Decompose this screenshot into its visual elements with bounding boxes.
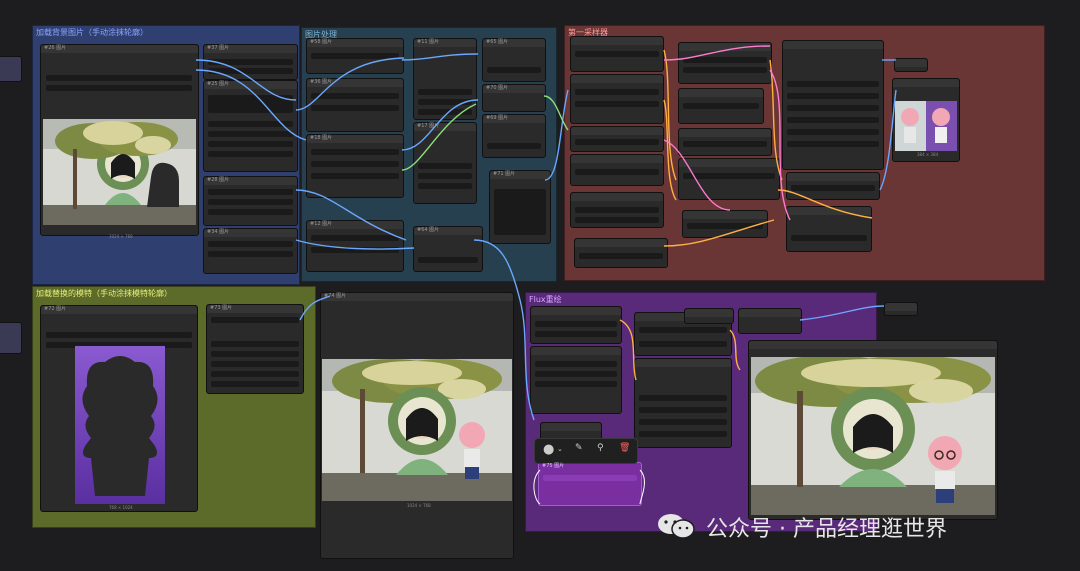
node-f1[interactable] bbox=[530, 306, 622, 344]
node-s13[interactable] bbox=[786, 172, 880, 200]
preview-image-node-small[interactable]: 384 × 384 bbox=[892, 78, 960, 162]
image-size-caption: 384 × 384 bbox=[917, 152, 939, 157]
node-n8[interactable]: #18 图片 bbox=[306, 134, 404, 198]
node-title: #69 图片 bbox=[486, 115, 509, 121]
node-title: #26 图片 bbox=[44, 45, 67, 51]
model-image-preview[interactable] bbox=[75, 346, 165, 504]
node-n13[interactable]: #65 图片 bbox=[482, 38, 546, 82]
node-title: #70 图片 bbox=[486, 85, 509, 91]
group-title: Flux重绘 bbox=[529, 295, 562, 304]
pen-icon[interactable]: ✎ bbox=[575, 443, 583, 453]
node-n12[interactable]: #64 图片 bbox=[413, 226, 483, 272]
node-s1[interactable] bbox=[570, 36, 664, 72]
node-title: #74 图片 bbox=[324, 293, 347, 299]
group-title: 加载替换的模特（手动涂抹模特轮廓） bbox=[36, 289, 172, 298]
node-n11[interactable]: #17 图片 bbox=[413, 122, 477, 204]
node-f8[interactable] bbox=[884, 302, 918, 316]
chevron-down-icon[interactable]: ⌄ bbox=[557, 445, 563, 453]
node-title: #36 图片 bbox=[310, 79, 333, 85]
node-s15[interactable] bbox=[894, 58, 928, 72]
node-s8[interactable] bbox=[678, 88, 764, 124]
node-title: #18 图片 bbox=[310, 135, 333, 141]
load-model-image-node[interactable]: #72 图片 768 × 1024 bbox=[40, 305, 198, 512]
node-title: #12 图片 bbox=[310, 221, 333, 227]
node-title: #34 图片 bbox=[207, 229, 230, 235]
offscreen-node-stub-top[interactable] bbox=[0, 56, 22, 82]
preview-image-node-mid[interactable]: #74 图片 1024 × 768 bbox=[320, 292, 514, 559]
group-title: 加载背景图片（手动涂抹轮廓） bbox=[36, 28, 148, 37]
node-n4[interactable]: #28 图片 bbox=[203, 176, 298, 226]
node-n9[interactable]: #12 图片 bbox=[306, 220, 404, 272]
node-title: #65 图片 bbox=[486, 39, 509, 45]
offscreen-node-stub-bottom[interactable] bbox=[0, 322, 22, 354]
node-n6[interactable]: #58 图片 bbox=[306, 38, 404, 74]
node-title: #75 图片 bbox=[542, 463, 565, 469]
node-s3[interactable] bbox=[570, 126, 664, 152]
node-s2[interactable] bbox=[570, 74, 664, 124]
node-s7[interactable] bbox=[678, 42, 772, 84]
image-size-caption: 1024 × 768 bbox=[109, 234, 133, 239]
node-f5[interactable] bbox=[634, 358, 732, 448]
node-f6[interactable] bbox=[684, 308, 734, 324]
load-image-node[interactable]: #26 图片 1024 × 768 bbox=[40, 44, 199, 239]
node-n3[interactable]: #25 图片 bbox=[203, 80, 298, 172]
node-s10[interactable] bbox=[678, 158, 780, 200]
node-s4[interactable] bbox=[570, 154, 664, 186]
preview-thumbnails[interactable] bbox=[895, 101, 957, 151]
node-n14[interactable]: #70 图片 bbox=[482, 84, 546, 112]
node-n7[interactable]: #36 图片 bbox=[306, 78, 404, 132]
node-title: #73 图片 bbox=[210, 305, 233, 311]
wechat-icon bbox=[656, 511, 696, 541]
background-image-preview[interactable] bbox=[43, 119, 196, 225]
node-title: #17 图片 bbox=[417, 123, 440, 129]
node-m2[interactable]: #73 图片 bbox=[206, 304, 304, 394]
pin-icon[interactable]: ⚲ bbox=[597, 443, 604, 453]
node-n5[interactable]: #34 图片 bbox=[203, 228, 298, 274]
node-s12[interactable] bbox=[782, 40, 884, 170]
image-size-caption: 768 × 1024 bbox=[109, 505, 133, 510]
node-title: #11 图片 bbox=[417, 39, 440, 45]
composite-preview-image[interactable] bbox=[322, 359, 512, 501]
node-title: #28 图片 bbox=[207, 177, 230, 183]
trash-icon[interactable]: 🗑 bbox=[619, 443, 630, 453]
node-title: #58 图片 bbox=[310, 39, 333, 45]
node-n15[interactable]: #69 图片 bbox=[482, 114, 546, 158]
final-result-image[interactable] bbox=[751, 357, 995, 515]
node-f2[interactable] bbox=[530, 346, 622, 414]
node-title: #25 图片 bbox=[207, 81, 230, 87]
node-f7[interactable] bbox=[738, 308, 802, 334]
node-s11[interactable] bbox=[682, 210, 768, 238]
node-title: #72 图片 bbox=[44, 306, 67, 312]
node-n10[interactable]: #11 图片 bbox=[413, 38, 477, 120]
node-title: #64 图片 bbox=[417, 227, 440, 233]
node-n2[interactable]: #37 图片 bbox=[203, 44, 298, 80]
node-toolbar[interactable]: ● ⌄ ✎ ⚲ 🗑 bbox=[534, 438, 638, 464]
node-title: #71 图片 bbox=[493, 171, 516, 177]
watermark-text: 公众号 · 产品经理逛世界 bbox=[706, 517, 947, 542]
node-s6[interactable] bbox=[574, 238, 668, 268]
node-title: #37 图片 bbox=[207, 45, 230, 51]
node-n16[interactable]: #71 图片 bbox=[489, 170, 551, 244]
group-node-purple[interactable]: #75 图片 bbox=[538, 462, 642, 506]
node-s14[interactable] bbox=[786, 206, 872, 252]
node-s5[interactable] bbox=[570, 192, 664, 228]
preview-image-node-final[interactable] bbox=[748, 340, 998, 520]
color-circle-icon[interactable]: ● bbox=[543, 442, 554, 457]
node-s9[interactable] bbox=[678, 128, 772, 156]
image-size-caption: 1024 × 768 bbox=[407, 503, 431, 508]
